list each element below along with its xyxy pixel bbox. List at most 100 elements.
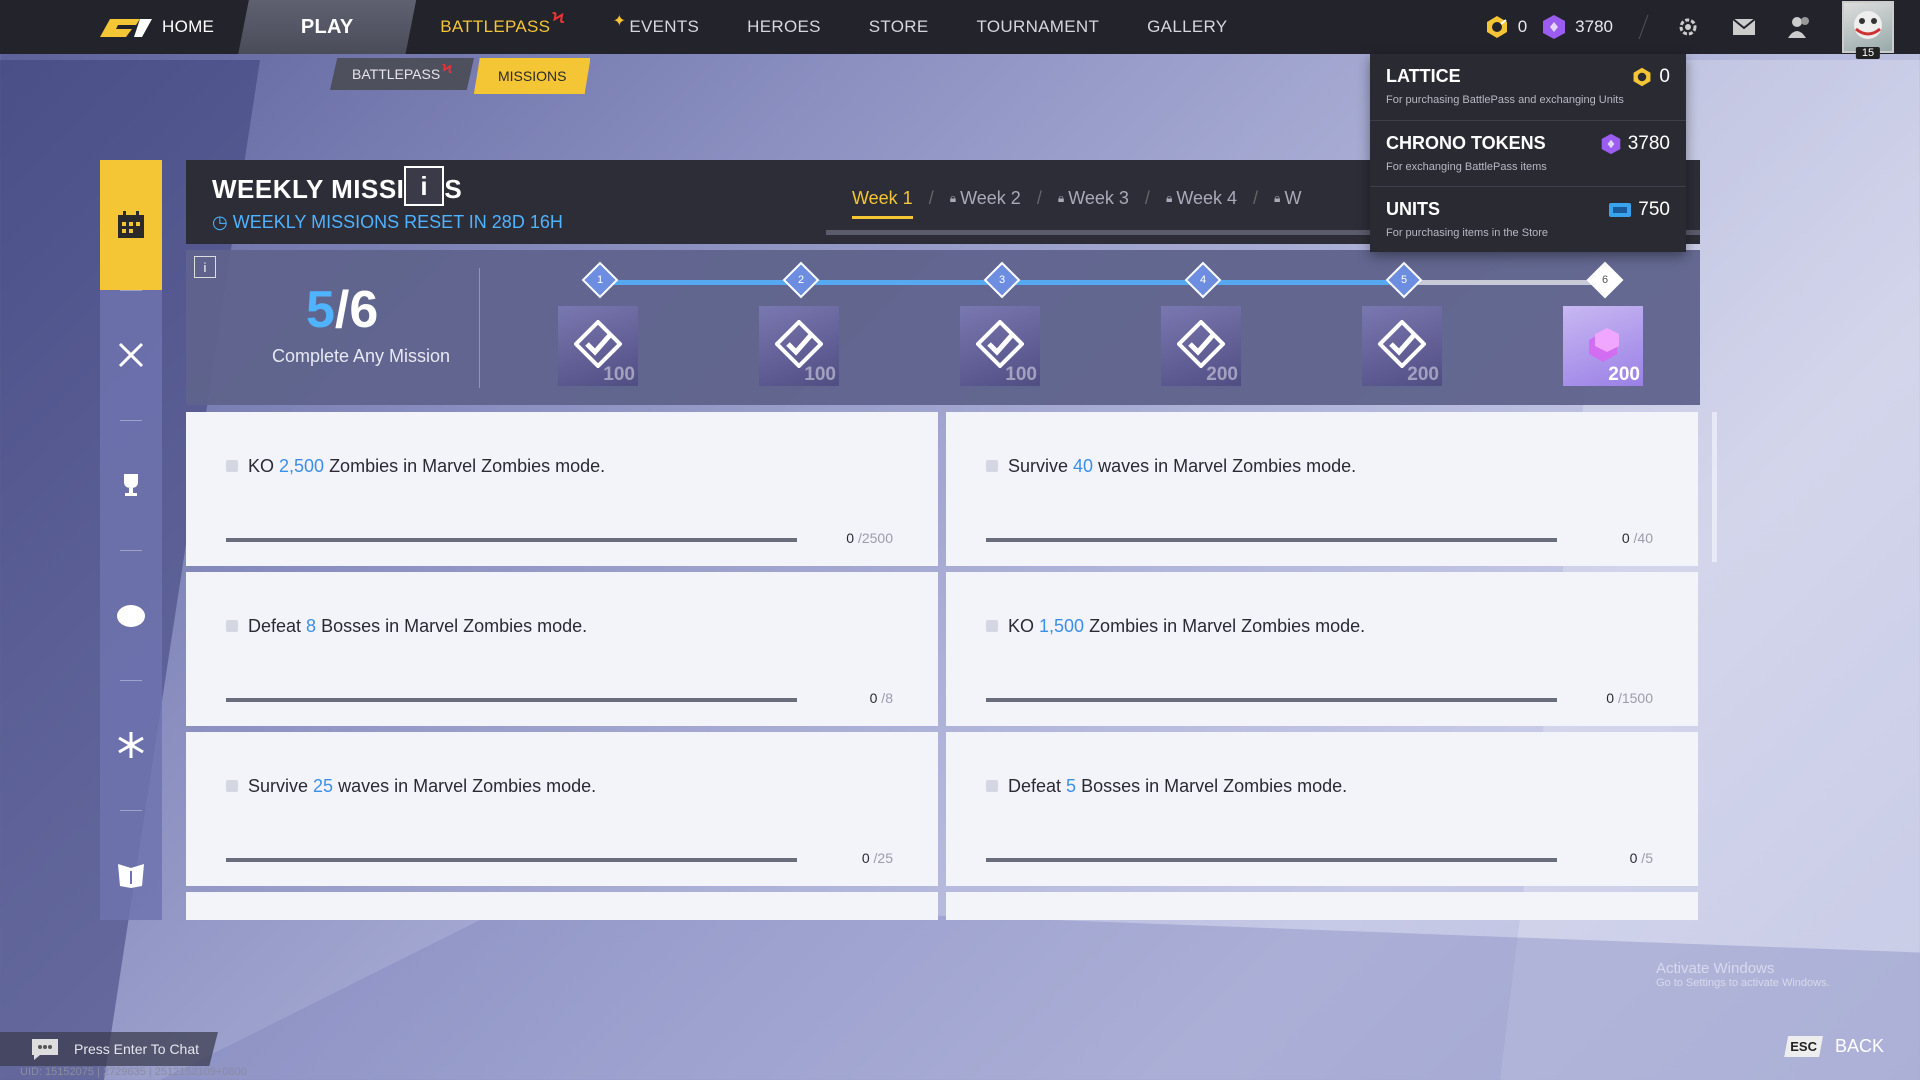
nav-events[interactable]: ✦ EVENTS xyxy=(589,0,724,54)
mission-card[interactable]: KO 2,500 Zombies in Marvel Zombies mode.… xyxy=(186,412,938,566)
mission-progress-bar xyxy=(986,858,1557,862)
units-currency-icon xyxy=(1609,203,1632,217)
milestone-node: 2 xyxy=(782,261,820,299)
lattice-value-text: 0 xyxy=(1659,66,1670,87)
lattice-currency-icon xyxy=(1633,67,1651,87)
scrollbar[interactable] xyxy=(1712,412,1717,562)
mission-progress-text: 0 /25 xyxy=(862,850,893,866)
claimed-check-icon xyxy=(574,320,622,368)
progress-info-icon[interactable]: i xyxy=(194,256,216,278)
mission-progress-total: /40 xyxy=(1629,530,1653,546)
nav-home[interactable]: HOME xyxy=(154,0,238,54)
mission-card[interactable]: Defeat 5 Bosses in Marvel Zombies mode. 0… xyxy=(946,732,1698,886)
sidebar-item-weekly[interactable] xyxy=(100,160,162,290)
chat-input-prompt[interactable]: Press Enter To Chat xyxy=(0,1032,218,1066)
currency-row-chrono: CHRONO TOKENS For exchanging BattlePass … xyxy=(1370,120,1686,187)
mission-progress-bar xyxy=(226,698,797,702)
mission-category-sidebar xyxy=(100,160,162,920)
activation-title: Activate Windows xyxy=(1656,960,1775,977)
settings-gear-icon[interactable] xyxy=(1668,7,1708,47)
mission-progress-total: /2500 xyxy=(854,530,893,546)
sidebar-item-snowflake[interactable] xyxy=(100,680,162,810)
tab-week-3[interactable]: 🔒︎ Week 3 xyxy=(1042,188,1145,209)
milestone-number: 5 xyxy=(1400,274,1408,286)
progress-slash: / xyxy=(334,281,350,339)
snowflake-icon xyxy=(118,732,144,758)
nav-tournament[interactable]: TOURNAMENT xyxy=(953,0,1124,54)
mission-target-value: 5 xyxy=(1066,776,1077,796)
sidebar-item-card[interactable] xyxy=(100,810,162,940)
milestone-reward[interactable]: 200 xyxy=(1362,306,1442,386)
sidebar-item-fist[interactable] xyxy=(100,550,162,680)
nav-heroes[interactable]: HEROES xyxy=(723,0,845,54)
nav-store[interactable]: STORE xyxy=(845,0,953,54)
notification-bolt-icon: ϟ xyxy=(552,10,565,27)
mission-progress-bar xyxy=(986,538,1557,542)
mission-card[interactable]: Defeat 8 Bosses in Marvel Zombies mode. 0… xyxy=(186,572,938,726)
mission-target-value: 1,500 xyxy=(1039,616,1085,636)
lattice-value: 0 xyxy=(1631,66,1670,88)
milestone-reward[interactable]: 200 xyxy=(1563,306,1643,386)
divider xyxy=(479,268,480,388)
mission-description: Defeat 8 Bosses in Marvel Zombies mode. xyxy=(248,616,587,637)
crossed-swords-icon xyxy=(118,342,144,368)
milestone-reward-amount: 100 xyxy=(1005,364,1037,385)
tab-week-5[interactable]: 🔒︎ W xyxy=(1258,188,1317,209)
mission-progress-total: /25 xyxy=(869,850,893,866)
lock-icon: 🔒︎ xyxy=(949,191,957,205)
nav-battlepass[interactable]: BATTLEPASS ϟ xyxy=(416,0,588,54)
mission-card[interactable] xyxy=(946,892,1698,920)
sidebar-item-trophy[interactable] xyxy=(100,420,162,550)
esc-key-hint: ESC xyxy=(1784,1036,1823,1057)
mission-target-value: 2,500 xyxy=(279,456,325,476)
mission-text-pre: KO xyxy=(1008,616,1040,636)
mail-icon[interactable] xyxy=(1724,7,1764,47)
chrono-value-text: 3780 xyxy=(1627,133,1670,154)
tab-week-2[interactable]: 🔒︎ Week 2 xyxy=(934,188,1037,209)
nav-gallery[interactable]: GALLERY xyxy=(1123,0,1251,54)
reset-timer: ◷ WEEKLY MISSIONS RESET IN 28D 16H xyxy=(212,212,563,233)
mission-text-post: Zombies in Marvel Zombies mode. xyxy=(324,456,606,476)
sidebar-item-combat[interactable] xyxy=(100,290,162,420)
mission-progress-total: /5 xyxy=(1637,850,1653,866)
tab-week-1[interactable]: Week 1 xyxy=(836,188,929,219)
mission-target-value: 8 xyxy=(306,616,317,636)
mission-progress-text: 0 /1500 xyxy=(1606,690,1653,706)
milestone-number: 4 xyxy=(1199,274,1207,286)
milestone-reward[interactable]: 100 xyxy=(960,306,1040,386)
milestone-reward[interactable]: 100 xyxy=(558,306,638,386)
milestone-reward-amount: 200 xyxy=(1608,364,1640,385)
mission-card[interactable]: Survive 25 waves in Marvel Zombies mode.… xyxy=(186,732,938,886)
mission-checkbox-icon xyxy=(986,460,998,472)
milestone-reward-amount: 100 xyxy=(804,364,836,385)
chrono-token-icon[interactable] xyxy=(1541,14,1567,40)
mission-description: Survive 40 waves in Marvel Zombies mode. xyxy=(1008,456,1356,477)
info-button[interactable]: i xyxy=(404,166,444,206)
mission-text-post: Zombies in Marvel Zombies mode. xyxy=(1084,616,1366,636)
player-avatar[interactable]: 15 xyxy=(1842,1,1894,59)
chrono-value: 3780 xyxy=(1600,133,1670,155)
mission-text-pre: Defeat xyxy=(1008,776,1067,796)
progress-done: 5 xyxy=(306,281,335,339)
mission-card[interactable]: Survive 40 waves in Marvel Zombies mode.… xyxy=(946,412,1698,566)
tab-week-4[interactable]: 🔒︎ Week 4 xyxy=(1150,188,1253,209)
milestone-track xyxy=(598,280,1603,285)
game-logo-icon[interactable] xyxy=(96,15,154,39)
chrono-name: CHRONO TOKENS xyxy=(1386,133,1546,153)
milestone-reward[interactable]: 200 xyxy=(1161,306,1241,386)
lattice-currency-icon[interactable] xyxy=(1484,14,1510,40)
mission-target-value: 25 xyxy=(313,776,334,796)
subtab-battlepass[interactable]: BATTLEPASS ϟ xyxy=(330,58,474,90)
tab-week-3-label: Week 3 xyxy=(1068,188,1129,208)
mission-checkbox-icon xyxy=(226,460,238,472)
mission-card[interactable] xyxy=(186,892,938,920)
back-button[interactable]: ESC BACK xyxy=(1784,1036,1884,1057)
mission-checkbox-icon xyxy=(986,780,998,792)
chrono-token-icon xyxy=(1601,133,1621,155)
mission-text-post: waves in Marvel Zombies mode. xyxy=(1093,456,1357,476)
mission-card[interactable]: KO 1,500 Zombies in Marvel Zombies mode.… xyxy=(946,572,1698,726)
nav-play[interactable]: PLAY xyxy=(238,0,417,54)
friends-icon[interactable] xyxy=(1780,7,1820,47)
subtab-missions[interactable]: MISSIONS xyxy=(473,58,591,94)
milestone-reward[interactable]: 100 xyxy=(759,306,839,386)
